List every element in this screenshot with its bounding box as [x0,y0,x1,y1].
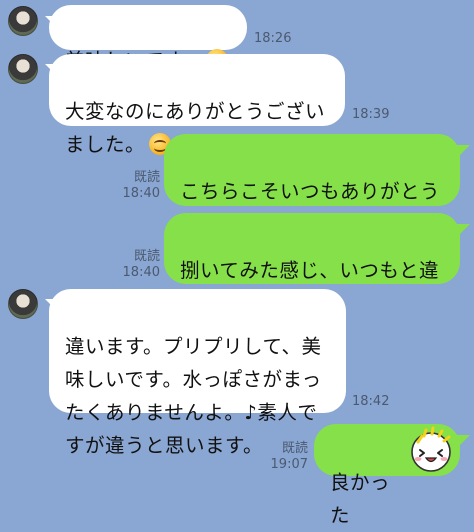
laughing-sticker-icon [411,426,451,472]
message-bubble-incoming[interactable]: 大変なのにありがとうござい ました。 [49,54,345,156]
message-meta: 18:42 [352,394,389,410]
message-bubble-incoming[interactable]: 違います。プリプリして、美 味しいです。水っぽさがまっ たくありませんよ。♪素人… [49,289,346,457]
message-bubble-outgoing[interactable]: 捌いてみた感じ、いつもと違 いはありました？ [164,213,460,315]
message-meta: 18:26 [254,31,291,47]
message-time: 18:42 [352,394,390,409]
read-receipt: 既読 [281,441,308,456]
message-time: 18:40 [122,186,160,201]
message-bubble-outgoing[interactable]: こちらこそいつもありがとう ございます [164,134,460,236]
bubble-tail [456,224,470,238]
message-time: 19:07 [270,457,308,472]
message-meta: 既読 18:40 [123,170,160,202]
message-time: 18:40 [122,265,160,280]
message-time: 18:39 [352,107,390,122]
message-bubble-incoming[interactable]: 美味しいです。 [49,5,247,72]
contact-avatar[interactable] [8,289,38,319]
message-time: 18:26 [254,31,292,46]
message-meta: 既読 19:07 [271,441,308,473]
contact-avatar[interactable] [8,6,38,36]
chat-thread: 美味しいです。 18:26 大変なのにありがとうござい ました。 18:39 既… [0,0,474,527]
contact-avatar[interactable] [8,54,38,84]
bubble-tail [456,435,470,449]
message-text: 違います。プリプリして、美 味しいです。水っぽさがまっ たくありませんよ。♪素人… [65,335,322,457]
message-meta: 18:39 [352,107,389,123]
message-meta: 既読 18:40 [123,249,160,281]
read-receipt: 既読 [133,170,160,185]
message-text: 良かった [330,471,391,527]
read-receipt: 既読 [133,249,160,264]
bubble-tail [456,145,470,159]
